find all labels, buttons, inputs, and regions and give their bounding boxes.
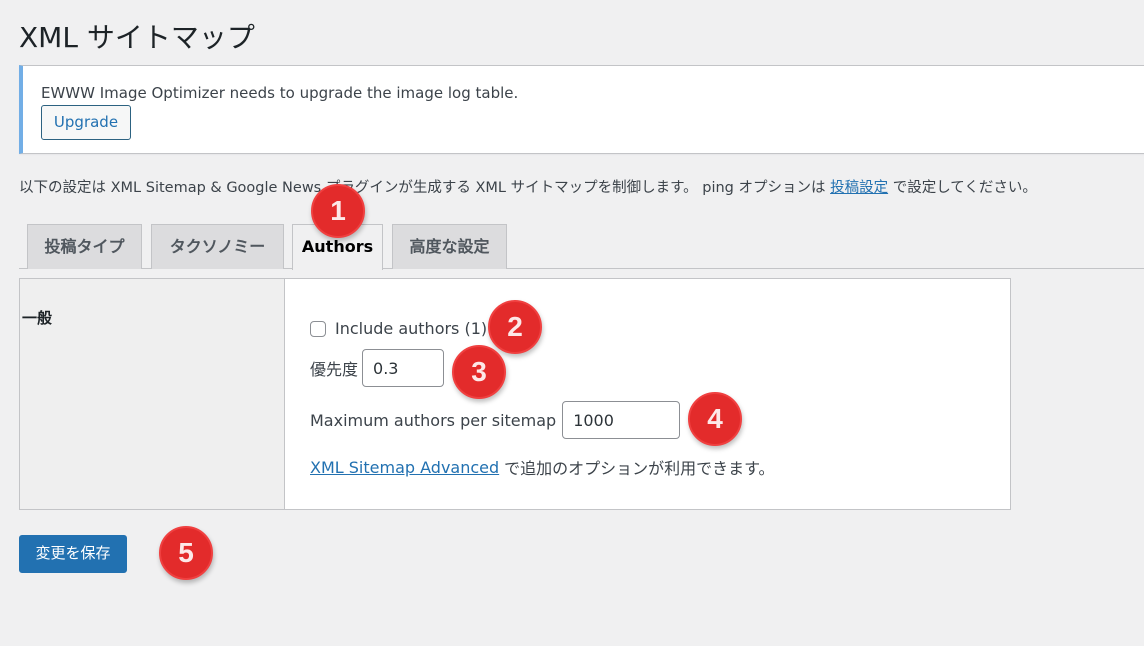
save-changes-button[interactable]: 変更を保存 bbox=[19, 535, 127, 573]
include-authors-label: Include authors (1) bbox=[335, 319, 488, 338]
intro-text-before: 以下の設定は XML Sitemap & Google News プラグインが生… bbox=[19, 180, 831, 196]
notice-text: EWWW Image Optimizer needs to upgrade th… bbox=[41, 84, 519, 102]
intro-text: 以下の設定は XML Sitemap & Google News プラグインが生… bbox=[19, 176, 1037, 197]
xml-sitemap-advanced-link[interactable]: XML Sitemap Advanced bbox=[310, 458, 499, 477]
max-authors-row: Maximum authors per sitemap bbox=[310, 401, 681, 439]
form-section-header: 一般 bbox=[20, 279, 285, 509]
annotation-marker-4: 4 bbox=[688, 392, 742, 446]
max-authors-label: Maximum authors per sitemap bbox=[310, 410, 557, 430]
tab-advanced-settings[interactable]: 高度な設定 bbox=[392, 224, 507, 269]
annotation-marker-5: 5 bbox=[159, 526, 213, 580]
annotation-marker-1: 1 bbox=[311, 184, 365, 238]
advanced-note-row: XML Sitemap Advanced で追加のオプションが利用できます。 bbox=[310, 455, 775, 479]
intro-text-after: で設定してください。 bbox=[888, 180, 1037, 196]
tab-post-types[interactable]: 投稿タイプ bbox=[27, 224, 142, 269]
annotation-marker-3: 3 bbox=[452, 345, 506, 399]
section-label-general: 一般 bbox=[22, 309, 53, 327]
advanced-note-text: で追加のオプションが利用できます。 bbox=[504, 459, 775, 478]
post-settings-link[interactable]: 投稿設定 bbox=[830, 180, 888, 196]
include-authors-checkbox[interactable] bbox=[310, 320, 326, 337]
priority-input[interactable] bbox=[362, 349, 445, 387]
annotation-marker-2: 2 bbox=[488, 300, 542, 354]
page-title: XML サイトマップ bbox=[19, 21, 255, 54]
include-authors-row[interactable]: Include authors (1) bbox=[310, 319, 487, 338]
max-authors-input[interactable] bbox=[562, 401, 681, 439]
upgrade-notice: EWWW Image Optimizer needs to upgrade th… bbox=[19, 65, 1144, 154]
priority-row: 優先度 bbox=[310, 349, 445, 387]
tab-taxonomies[interactable]: タクソノミー bbox=[151, 224, 284, 269]
priority-label: 優先度 bbox=[310, 360, 359, 379]
upgrade-button[interactable]: Upgrade bbox=[41, 105, 131, 140]
